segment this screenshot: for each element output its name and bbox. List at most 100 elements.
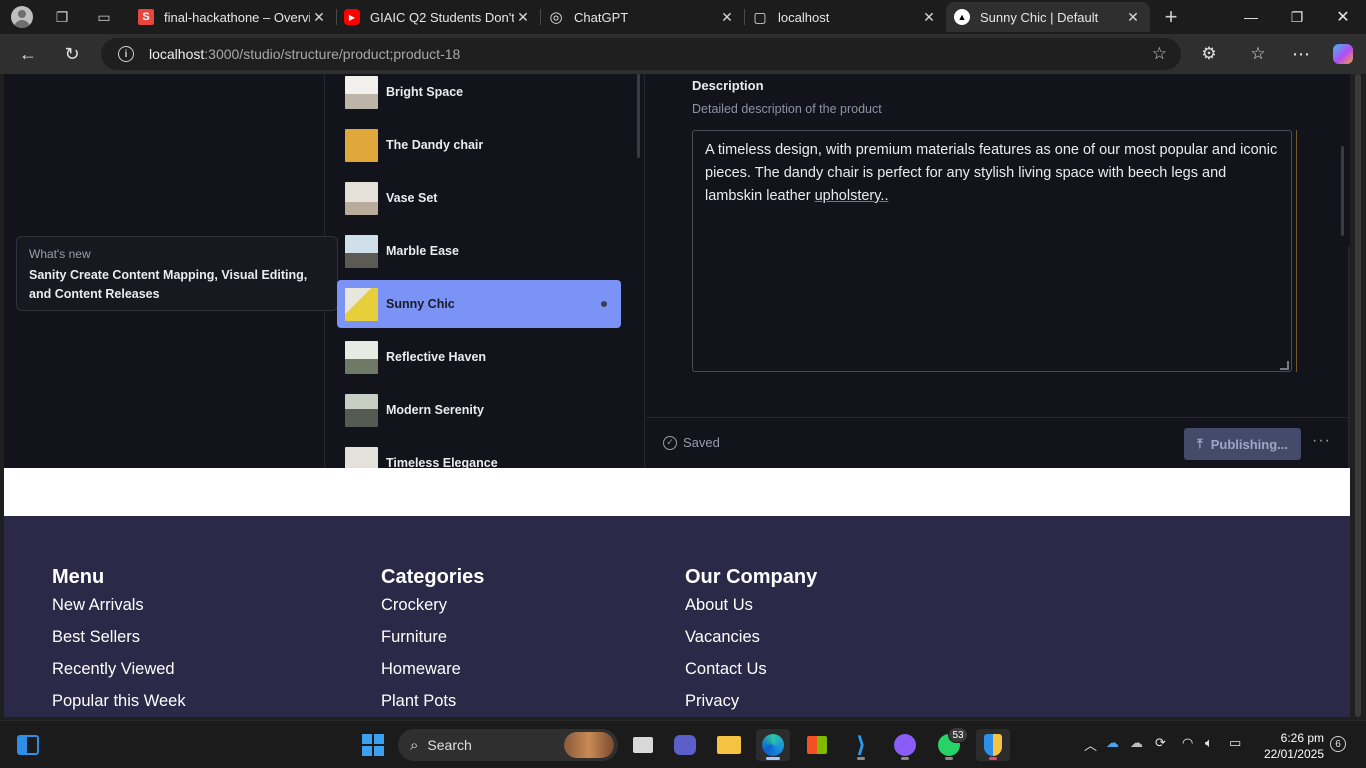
footer-link[interactable]: Popular this Week [52,690,186,717]
tab-title: localhost [778,9,830,25]
task-view-icon[interactable] [626,729,660,761]
footer-link[interactable]: Contact Us [685,658,817,690]
close-tab-icon[interactable]: ✕ [514,9,532,26]
page-viewport: What's new Sanity Create Content Mapping… [4,74,1350,717]
site-footer: Menu New Arrivals Best Sellers Recently … [4,516,1350,717]
teams-icon[interactable] [668,729,702,761]
back-arrow-icon[interactable]: ← [13,40,43,68]
description-text: A timeless design, with premium material… [705,142,1278,204]
tab-chatgpt[interactable]: ◎ ChatGPT ✕ [540,2,744,32]
tab-giaic-youtube[interactable]: ▶ GIAIC Q2 Students Don't M ✕ [336,2,540,32]
document-actions-menu[interactable]: ··· [1312,432,1331,450]
wifi-icon[interactable]: ◠ [1182,735,1193,751]
list-scrollbar[interactable] [637,74,640,158]
vscode-icon[interactable]: ⟩ [844,729,878,761]
restore-button[interactable]: ❐ [1274,0,1320,34]
sanity-favicon-icon: S [138,9,154,25]
microsoft-store-icon[interactable] [800,729,834,761]
product-list-item[interactable]: Reflective Haven [337,333,621,381]
close-tab-icon[interactable]: ✕ [1124,9,1142,26]
taskbar-search[interactable]: ⌕ Search [398,729,618,761]
footer-link[interactable]: Plant Pots [381,690,484,717]
minimize-button[interactable]: — [1228,0,1274,34]
close-tab-icon[interactable]: ✕ [718,9,736,26]
onedrive-personal-icon[interactable]: ☁ [1130,735,1143,751]
github-desktop-icon[interactable] [888,729,922,761]
product-thumbnail [345,340,378,374]
url-text[interactable]: localhost:3000/studio/structure/product;… [149,46,460,62]
tab-sunny-chic[interactable]: ▲ Sunny Chic | Default ✕ [946,2,1150,32]
editor-scrollbar[interactable] [1341,146,1344,236]
footer-link[interactable]: About Us [685,594,817,626]
vercel-favicon-icon: ▲ [954,9,970,25]
document-editor: Description Detailed description of the … [646,74,1350,468]
new-tab-button[interactable]: + [1158,4,1184,29]
footer-link[interactable]: New Arrivals [52,594,186,626]
page-scrollbar[interactable] [1350,74,1366,717]
tab-localhost[interactable]: ▢ localhost ✕ [744,2,946,32]
search-label: Search [427,737,472,753]
edge-browser-icon[interactable] [756,729,790,761]
tab-title: GIAIC Q2 Students Don't M [370,9,514,25]
footer-link[interactable]: Homeware [381,658,484,690]
product-list-item[interactable]: Marble Ease [337,227,621,275]
close-tab-icon[interactable]: ✕ [310,9,328,26]
widgets-icon[interactable] [11,729,45,761]
show-hidden-icons-chevron-icon[interactable]: ︿ [1084,735,1097,754]
saved-status: ✓ Saved [663,435,720,450]
description-textarea[interactable]: A timeless design, with premium material… [692,130,1292,372]
battery-icon[interactable]: ▭ [1229,735,1241,751]
footer-link[interactable]: Privacy [685,690,817,717]
unpublished-indicator-dot [601,301,607,307]
system-clock[interactable]: 6:26 pm 22/01/2025 [1254,730,1324,762]
check-circle-icon: ✓ [663,435,677,450]
resize-handle-icon[interactable] [1280,361,1289,370]
product-list-item[interactable]: Modern Serenity [337,386,621,434]
copilot-icon[interactable] [1328,40,1358,68]
footer-column-menu: Menu New Arrivals Best Sellers Recently … [52,566,186,717]
favorites-icon[interactable]: ☆ [1243,40,1273,68]
volume-icon[interactable]: 🔈︎ [1205,735,1213,751]
footer-link[interactable]: Furniture [381,626,484,658]
search-highlight-image [564,732,614,758]
extensions-icon[interactable]: ⚙ [1194,40,1224,68]
open-app-indicator [857,757,865,760]
product-list-item[interactable]: Vase Set [337,174,621,222]
whatsapp-icon[interactable]: 53 [932,727,968,761]
footer-link[interactable]: Best Sellers [52,626,186,658]
site-info-icon[interactable]: i [118,46,134,62]
close-window-button[interactable]: ✕ [1320,0,1366,34]
open-app-indicator [945,757,953,760]
profile-avatar-icon[interactable] [9,5,35,29]
file-explorer-icon[interactable] [712,729,746,761]
footer-link[interactable]: Crockery [381,594,484,626]
footer-link[interactable]: Recently Viewed [52,658,186,690]
address-bar[interactable]: i localhost:3000/studio/structure/produc… [101,38,1181,70]
tab-actions-icon[interactable]: ▭ [91,5,117,29]
product-list-item-selected[interactable]: Sunny Chic [337,280,621,328]
onedrive-icon[interactable]: ☁ [1106,735,1119,751]
tab-final-hackathone[interactable]: S final-hackathone – Overvie ✕ [130,2,336,32]
field-description: Detailed description of the product [692,102,882,116]
close-tab-icon[interactable]: ✕ [920,9,938,26]
footer-column-categories: Categories Crockery Furniture Homeware P… [381,566,484,717]
security-shield-icon[interactable] [976,729,1010,761]
favorite-star-icon[interactable]: ☆ [1152,44,1167,64]
product-thumbnail [345,234,378,268]
sync-icon[interactable]: ⟳ [1155,735,1166,751]
whats-new-card[interactable]: What's new Sanity Create Content Mapping… [16,236,338,311]
page-scrollbar-thumb[interactable] [1355,74,1361,717]
product-list-item[interactable]: Timeless Elegance [337,439,621,468]
footer-link[interactable]: Vacancies [685,626,817,658]
publish-button[interactable]: ⤒ Publishing... [1184,428,1301,460]
workspaces-icon[interactable]: ❐ [49,5,75,29]
product-name: Sunny Chic [386,297,455,311]
settings-more-icon[interactable]: ⋯ [1286,40,1316,68]
start-windows-icon[interactable] [356,729,390,761]
product-list-item[interactable]: Bright Space [337,74,621,116]
product-list-item[interactable]: The Dandy chair [337,121,621,169]
refresh-icon[interactable]: ↻ [57,40,87,68]
open-app-indicator [989,757,997,760]
youtube-favicon-icon: ▶ [344,9,360,25]
notification-count-badge[interactable]: 6 [1330,736,1346,752]
